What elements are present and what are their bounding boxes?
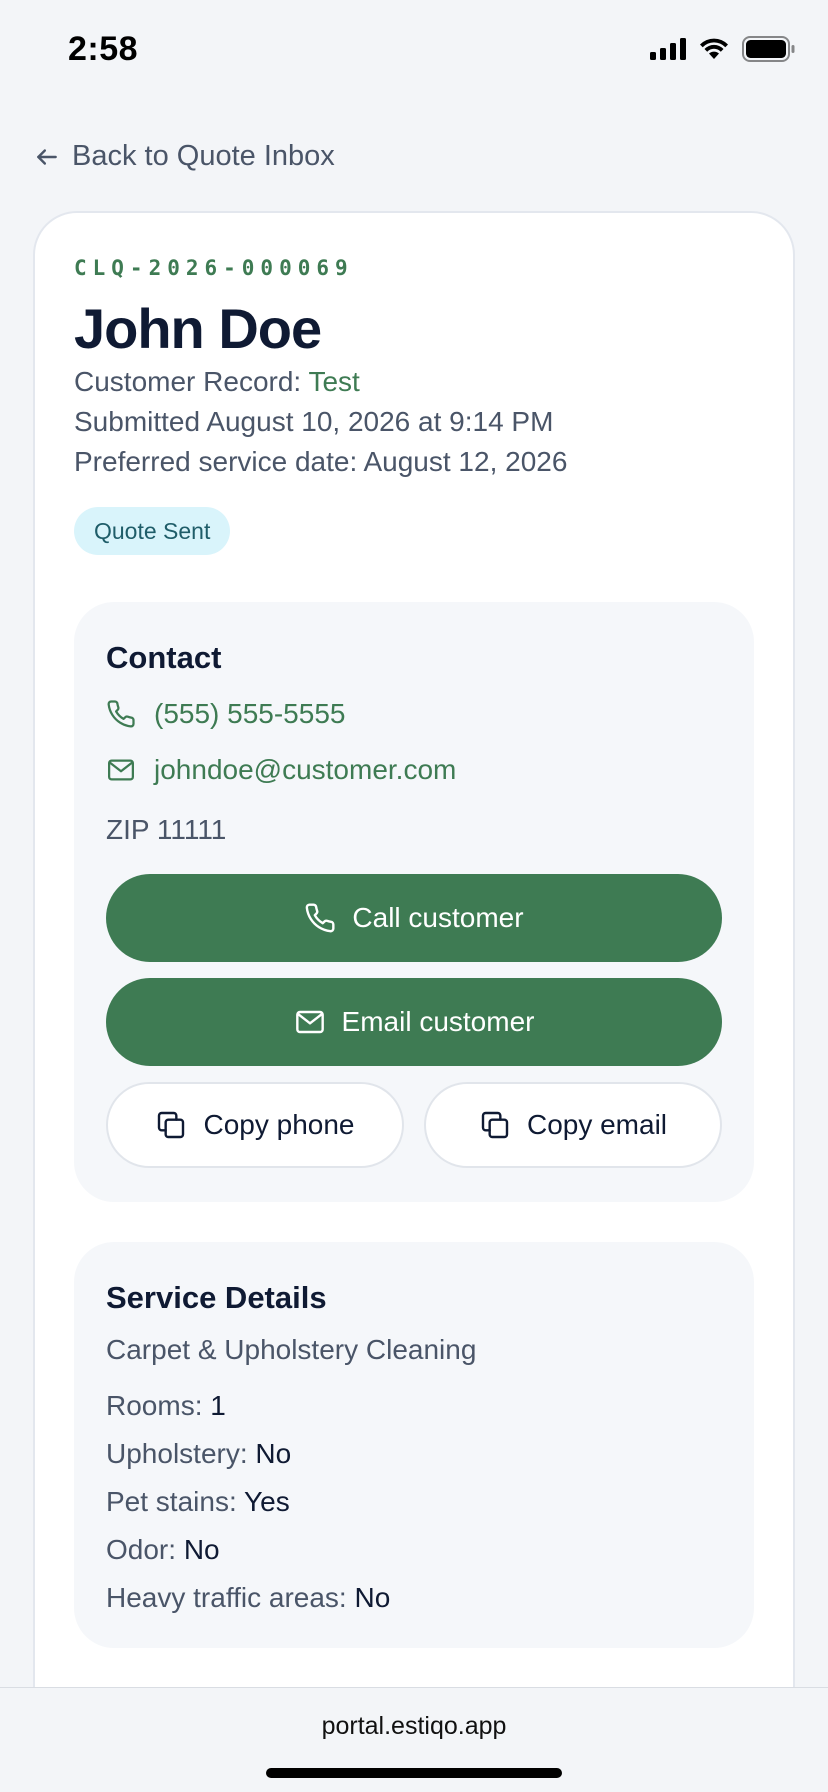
page: 2:58 Back to Quote Inbox CLQ-2026-000069…: [0, 0, 828, 1792]
copy-phone-label: Copy phone: [203, 1109, 355, 1140]
contact-zip: ZIP 11111: [106, 814, 227, 845]
mail-icon: [108, 759, 134, 781]
copy-phone-button[interactable]: Copy phone: [106, 1082, 404, 1168]
customer-name: John Doe: [74, 297, 322, 360]
detail-value: No: [354, 1582, 391, 1613]
browser-address-bar[interactable]: portal.estiqo.app: [0, 1687, 828, 1792]
detail-value: Yes: [244, 1486, 290, 1517]
detail-label: Heavy traffic areas:: [106, 1582, 355, 1613]
contact-email: johndoe@customer.com: [154, 754, 457, 785]
detail-label: Rooms:: [106, 1390, 211, 1421]
detail-value: 1: [210, 1390, 226, 1421]
status-badge: Quote Sent: [74, 507, 231, 555]
detail-value: No: [255, 1438, 292, 1469]
detail-value: No: [183, 1534, 220, 1565]
signal-icon: [650, 38, 686, 60]
phone-icon: [306, 903, 335, 933]
detail-row-pet-stains: Pet stains: Yes: [106, 1486, 290, 1518]
quote-id: CLQ-2026-000069: [74, 256, 354, 280]
browser-url[interactable]: portal.estiqo.app: [0, 1712, 828, 1741]
status-bar: 2:58: [0, 0, 828, 100]
back-to-inbox-link[interactable]: Back to Quote Inbox: [34, 140, 335, 173]
customer-record-line: Customer Record: Test: [74, 366, 360, 398]
customer-record-link[interactable]: Test: [308, 366, 359, 397]
email-customer-label: Email customer: [341, 1006, 535, 1037]
battery-icon: [742, 36, 795, 62]
contact-phone-link[interactable]: (555) 555-5555: [106, 698, 345, 730]
service-details-section: Service Details Carpet & Upholstery Clea…: [74, 1242, 754, 1648]
back-link-label: Back to Quote Inbox: [72, 140, 335, 172]
email-customer-button[interactable]: Email customer: [106, 978, 722, 1066]
copy-icon: [481, 1111, 509, 1139]
copy-icon: [158, 1111, 185, 1139]
copy-email-label: Copy email: [526, 1109, 668, 1140]
detail-label: Pet stains:: [106, 1486, 245, 1517]
customer-record-label: Customer Record:: [74, 366, 309, 397]
contact-email-link[interactable]: johndoe@customer.com: [106, 754, 456, 786]
call-customer-button[interactable]: Call customer: [106, 874, 722, 962]
service-type: Carpet & Upholstery Cleaning: [106, 1334, 477, 1365]
phone-icon: [107, 700, 135, 728]
detail-row-odor: Odor: No: [106, 1534, 220, 1566]
service-details-title: Service Details: [106, 1280, 327, 1315]
contact-phone: (555) 555-5555: [154, 698, 346, 729]
mail-icon: [295, 1010, 324, 1034]
detail-row-upholstery: Upholstery: No: [106, 1438, 291, 1470]
copy-email-button[interactable]: Copy email: [424, 1082, 722, 1168]
status-time: 2:58: [68, 30, 139, 68]
submitted-date: Submitted August 10, 2026 at 9:14 PM: [74, 406, 554, 437]
detail-row-heavy-traffic: Heavy traffic areas: No: [106, 1582, 390, 1614]
status-icons: [650, 36, 796, 62]
detail-label: Odor:: [106, 1534, 184, 1565]
contact-section: Contact (555) 555-5555 johndoe@customer.…: [74, 602, 754, 1202]
contact-title: Contact: [106, 640, 222, 675]
arrow-left-icon: [37, 148, 57, 165]
call-customer-label: Call customer: [352, 902, 524, 933]
preferred-service-date: Preferred service date: August 12, 2026: [74, 446, 568, 477]
detail-row-rooms: Rooms: 1: [106, 1390, 226, 1422]
wifi-icon: [700, 38, 728, 59]
detail-label: Upholstery:: [106, 1438, 256, 1469]
home-indicator[interactable]: [266, 1768, 562, 1778]
